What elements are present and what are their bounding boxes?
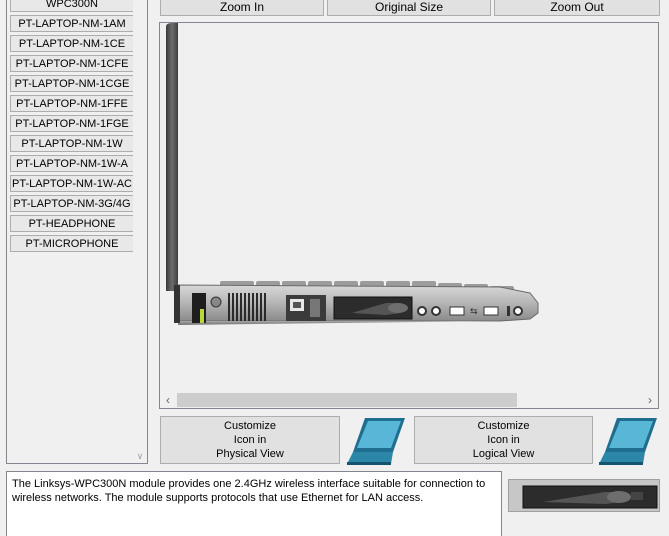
- module-list-item[interactable]: PT-LAPTOP-NM-1W-A: [10, 155, 134, 172]
- logical-view-label: Logical View: [472, 448, 535, 460]
- chevron-down-icon[interactable]: ∨: [135, 451, 145, 461]
- physical-view-label: Physical View: [216, 448, 284, 460]
- module-description: The Linksys-WPC300N module provides one …: [6, 471, 502, 536]
- device-image-area: ⇆: [160, 23, 658, 392]
- module-list-item[interactable]: PT-MICROPHONE: [10, 235, 134, 252]
- module-list-item[interactable]: PT-HEADPHONE: [10, 215, 134, 232]
- customize-label: Customize: [477, 420, 530, 432]
- zoom-in-button[interactable]: Zoom In: [160, 0, 324, 16]
- module-list-item[interactable]: PT-LAPTOP-NM-1AM: [10, 15, 134, 32]
- icon-in-label: Icon in: [487, 434, 520, 446]
- chevron-left-icon[interactable]: ‹: [160, 392, 176, 408]
- laptop-icon: [347, 418, 405, 465]
- module-list-item[interactable]: PT-LAPTOP-NM-1W: [10, 135, 134, 152]
- svg-text:⇆: ⇆: [470, 307, 478, 317]
- module-thumbnail: [508, 479, 660, 512]
- module-list-item[interactable]: WPC300N: [10, 0, 134, 12]
- customize-physical-view-button[interactable]: Customize Icon in Physical View: [160, 416, 340, 464]
- icon-in-label: Icon in: [233, 434, 267, 446]
- zoom-out-button[interactable]: Zoom Out: [494, 0, 660, 16]
- physical-device-view: ⇆ ‹ ›: [159, 22, 659, 409]
- customize-logical-view-button[interactable]: Customize Icon in Logical View: [414, 416, 593, 464]
- customize-label: Customize: [224, 420, 276, 432]
- module-list-item[interactable]: PT-LAPTOP-NM-3G/4G: [10, 195, 134, 212]
- module-list[interactable]: WPC300N PT-LAPTOP-NM-1AM PT-LAPTOP-NM-1CE P…: [6, 0, 148, 464]
- chevron-right-icon[interactable]: ›: [642, 392, 658, 408]
- horizontal-scrollbar[interactable]: ‹ ›: [160, 392, 658, 408]
- module-list-item[interactable]: PT-LAPTOP-NM-1W-AC: [10, 175, 134, 192]
- scrollbar-thumb[interactable]: [177, 393, 517, 407]
- module-list-item[interactable]: PT-LAPTOP-NM-1CE: [10, 35, 134, 52]
- laptop-side-image: ⇆: [166, 23, 539, 325]
- module-list-item[interactable]: PT-LAPTOP-NM-1FGE: [10, 115, 134, 132]
- laptop-icon: [599, 418, 657, 465]
- module-list-item[interactable]: PT-LAPTOP-NM-1FFE: [10, 95, 134, 112]
- module-list-item[interactable]: PT-LAPTOP-NM-1CFE: [10, 55, 134, 72]
- original-size-button[interactable]: Original Size: [327, 0, 491, 16]
- module-list-item[interactable]: PT-LAPTOP-NM-1CGE: [10, 75, 134, 92]
- module-list-scrollbar[interactable]: ∨: [133, 0, 147, 463]
